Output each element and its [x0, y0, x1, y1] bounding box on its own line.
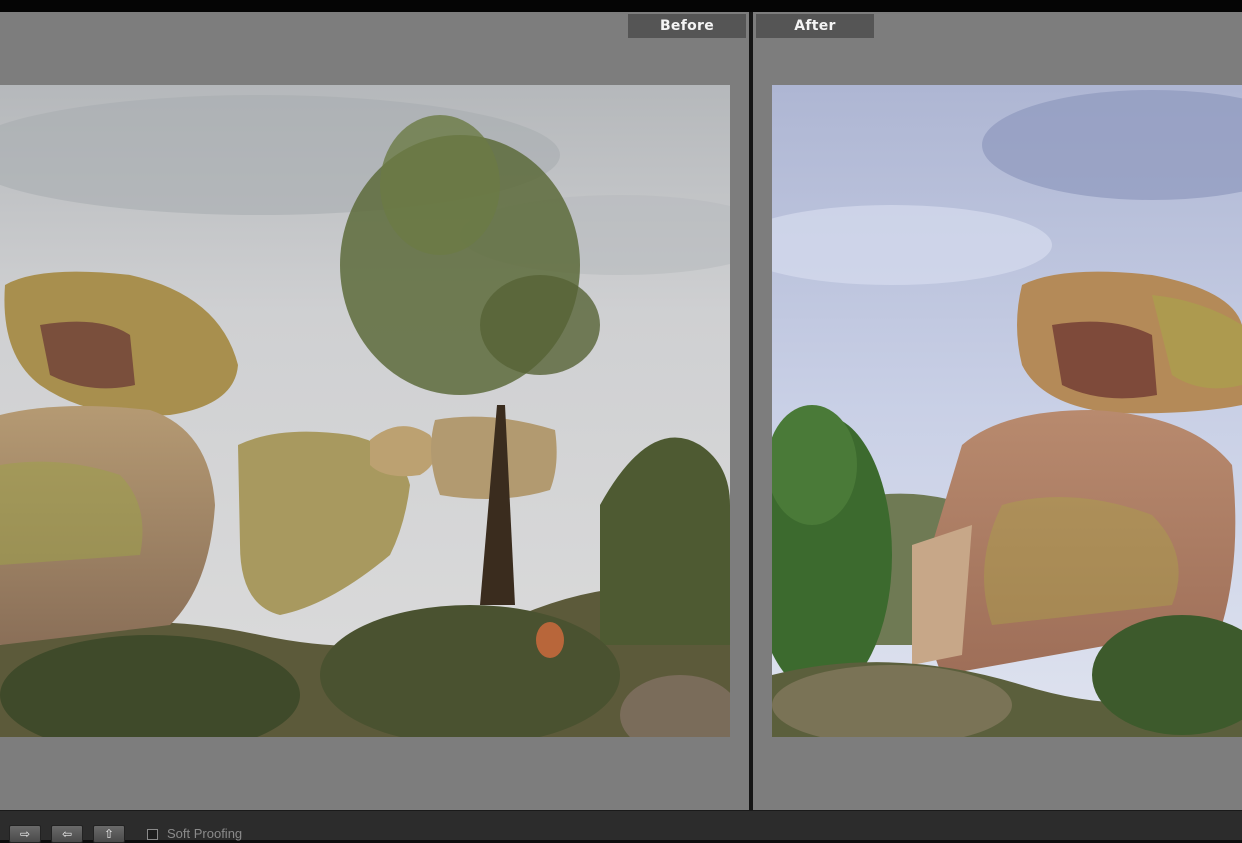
swap-arrow-icon[interactable]: ⇨ — [9, 825, 41, 843]
before-label: Before — [628, 14, 746, 38]
after-photo[interactable] — [772, 85, 1242, 737]
before-photo[interactable] — [0, 85, 730, 737]
after-label: After — [756, 14, 874, 38]
copy-before-to-after-icon[interactable]: ⇧ — [93, 825, 125, 843]
bottom-toolbar: ⇨ ⇦ ⇧ Soft Proofing — [0, 810, 1242, 843]
after-pane: After — [753, 12, 1242, 810]
before-pane: Before — [0, 12, 749, 810]
copy-after-to-before-icon[interactable]: ⇦ — [51, 825, 83, 843]
top-edge — [0, 0, 1242, 12]
soft-proofing-checkbox[interactable] — [147, 829, 158, 840]
